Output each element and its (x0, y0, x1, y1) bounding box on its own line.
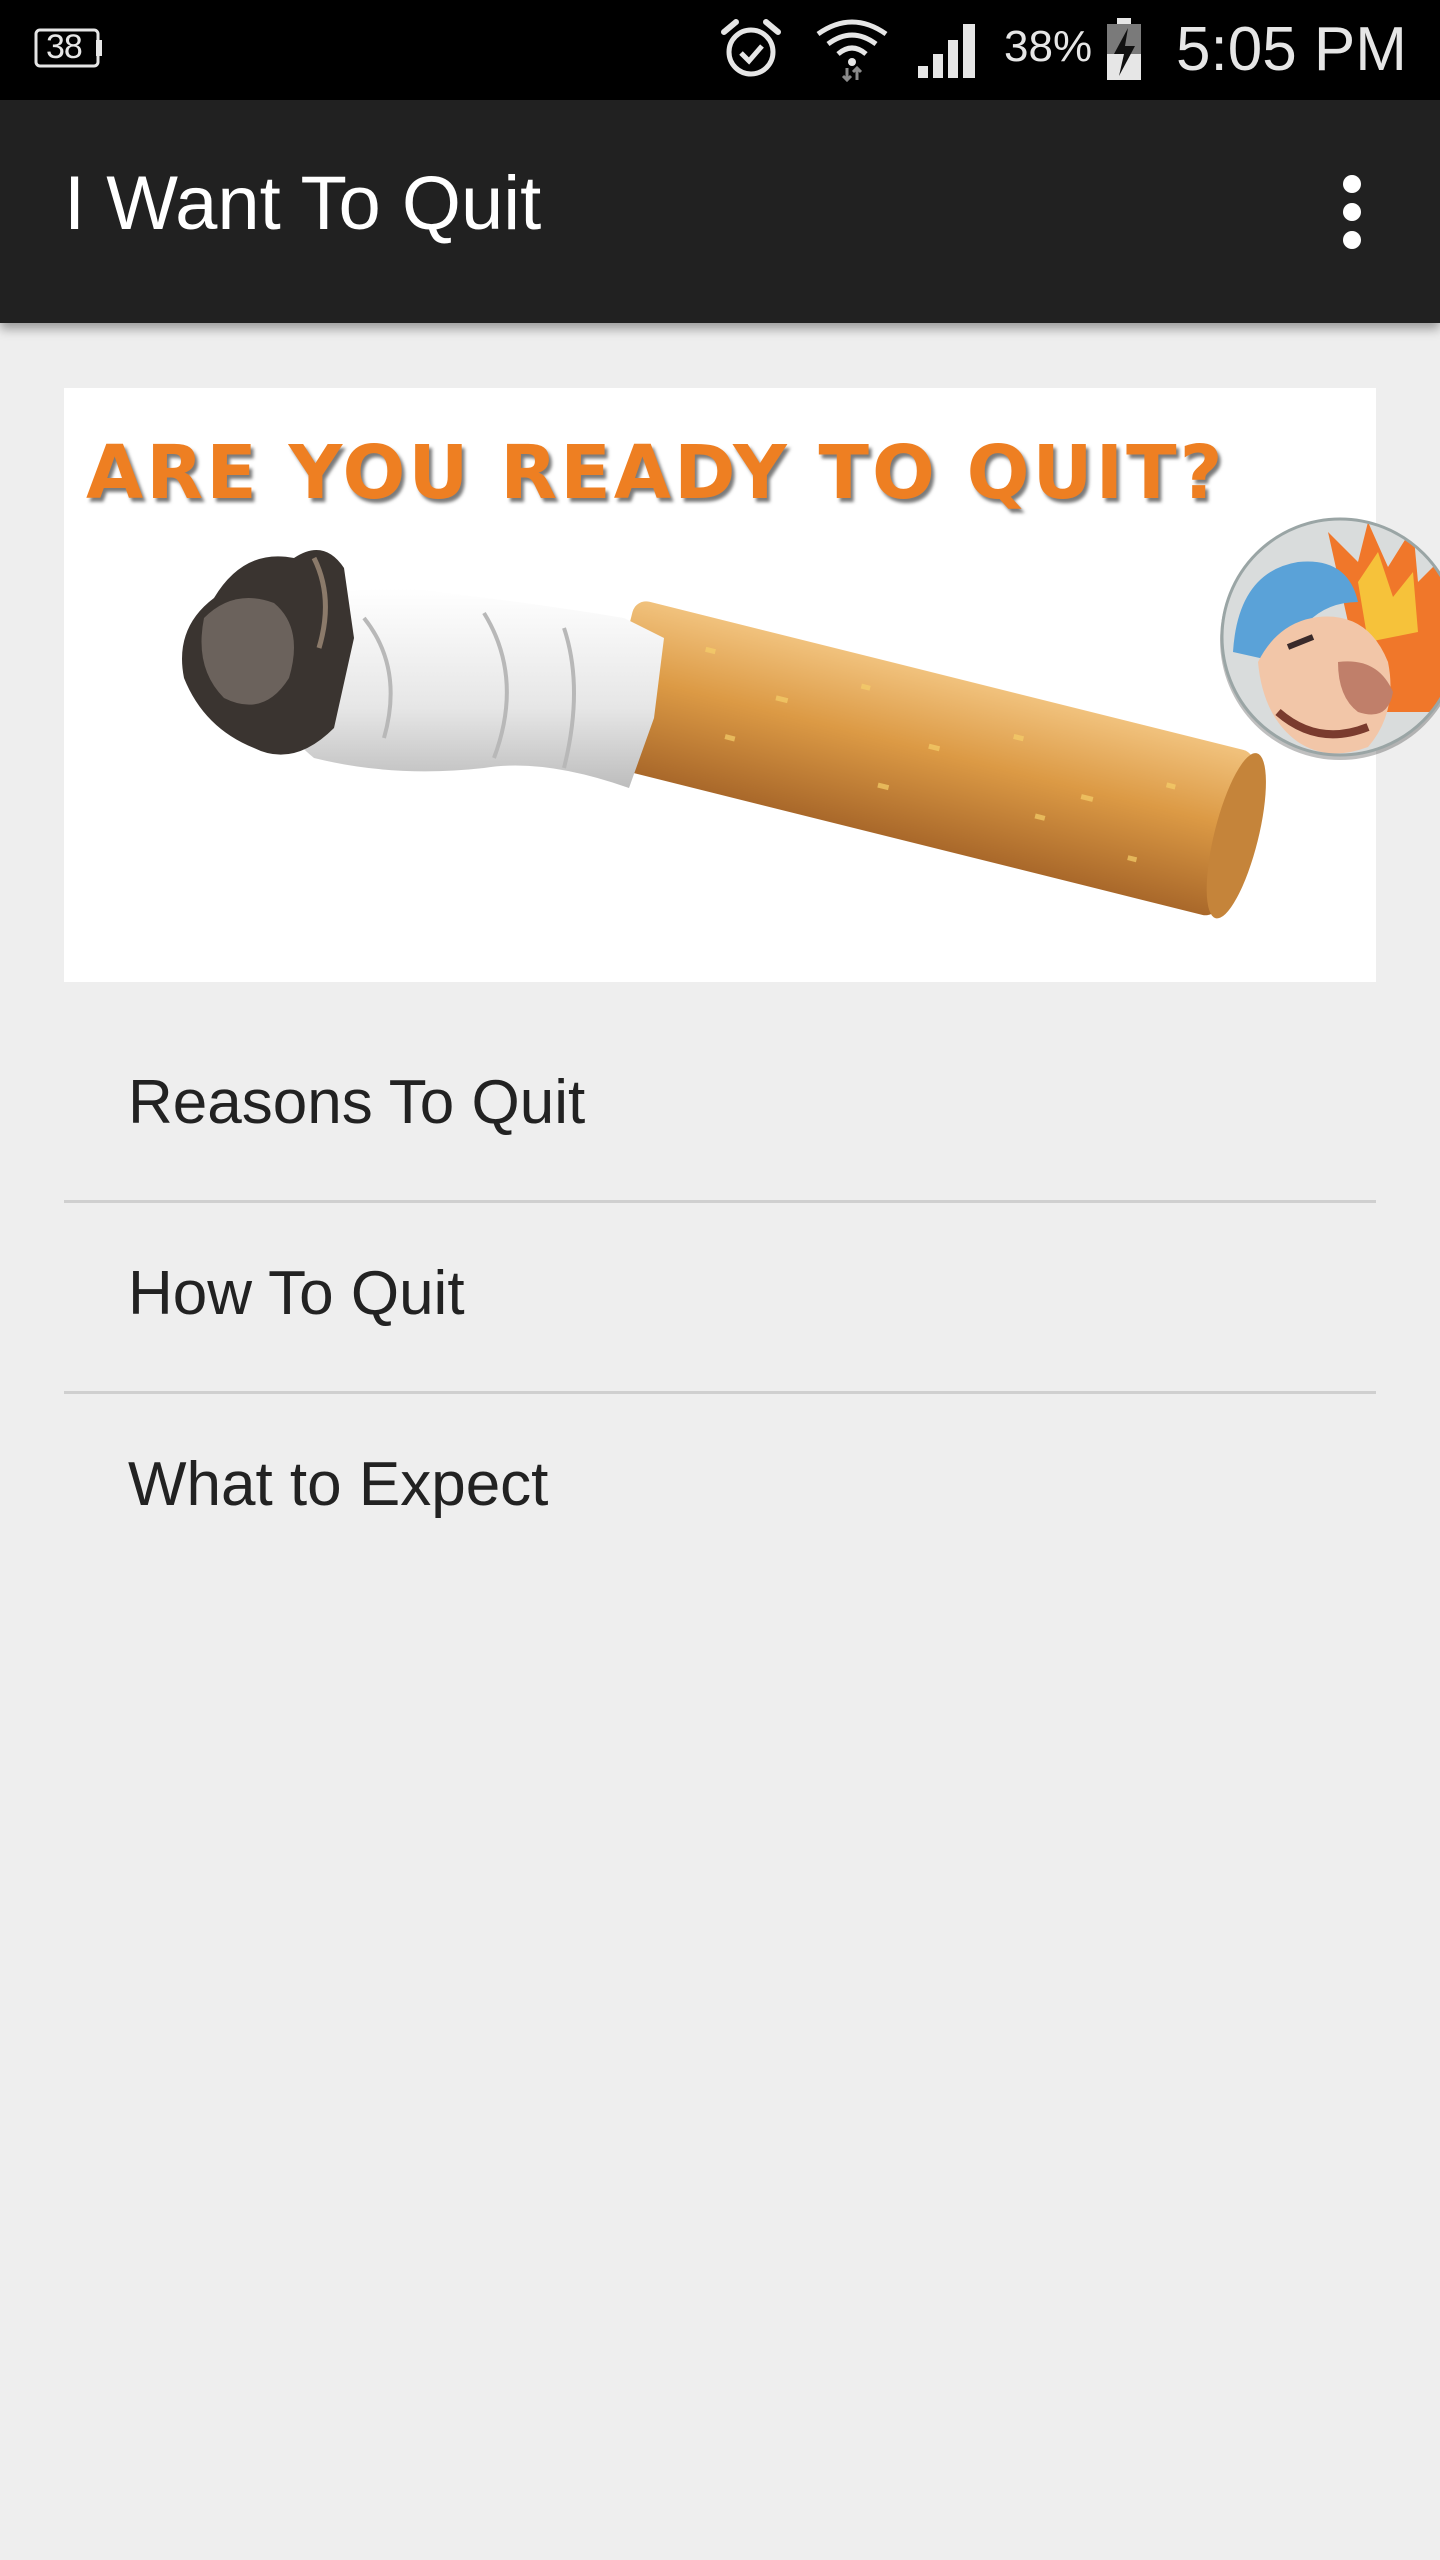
wifi-icon (814, 16, 890, 82)
status-time: 5:05 PM (1176, 15, 1407, 84)
alarm-icon (718, 16, 784, 82)
menu-item-reasons-to-quit[interactable]: Reasons To Quit (64, 1012, 1376, 1203)
signal-icon (914, 16, 986, 82)
notification-badge-count: 38 (46, 28, 83, 66)
status-bar: 38 38% 5:05 PM (0, 0, 1440, 100)
app-bar: I Want To Quit (0, 100, 1440, 323)
app-title: I Want To Quit (64, 161, 542, 246)
battery-charging-icon (1104, 16, 1144, 82)
more-options-button[interactable] (1312, 160, 1392, 264)
menu-item-label: What to Expect (128, 1450, 549, 1519)
more-vert-icon[interactable] (1312, 160, 1392, 264)
menu-item-how-to-quit[interactable]: How To Quit (64, 1203, 1376, 1394)
menu-item-label: Reasons To Quit (128, 1068, 586, 1137)
banner-headline: ARE YOU READY TO QUIT? (86, 430, 1226, 516)
menu-list: Reasons To Quit How To Quit What to Expe… (64, 1012, 1376, 1582)
menu-item-label: How To Quit (128, 1259, 465, 1328)
smoker-avatar-icon[interactable] (1218, 512, 1440, 762)
battery-percent: 38% (1004, 22, 1093, 71)
floating-bubble[interactable] (1218, 512, 1440, 762)
quit-banner: ARE YOU READY TO QUIT? (64, 388, 1376, 982)
notification-badge-icon: 38 (34, 26, 104, 70)
menu-item-what-to-expect[interactable]: What to Expect (64, 1394, 1376, 1582)
